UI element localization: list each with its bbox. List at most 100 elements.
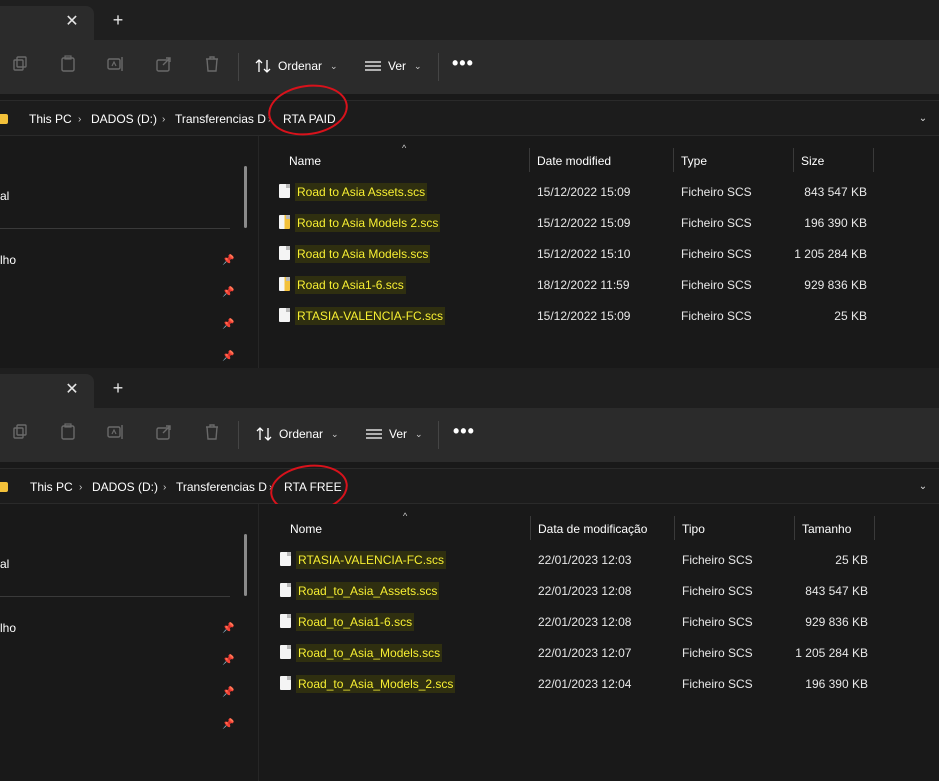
nav-item-label[interactable]: lho — [0, 621, 16, 635]
more-options-button[interactable]: ••• — [453, 422, 474, 444]
chevron-down-icon: ⌄ — [331, 428, 339, 439]
file-row[interactable]: Road to Asia Models.scs 15/12/2022 15:10… — [259, 239, 939, 270]
pin-icon[interactable]: 📌 — [222, 623, 234, 635]
file-size: 196 390 KB — [804, 216, 867, 230]
new-tab-icon[interactable]: + — [110, 11, 126, 29]
breadcrumb-this-pc[interactable]: This PC — [30, 469, 73, 505]
navigation-pane: al lho 📌 📌 📌 📌 — [0, 136, 256, 368]
breadcrumb-drive[interactable]: DADOS (D:) — [91, 101, 157, 137]
pin-icon[interactable]: 📌 — [222, 655, 234, 667]
pin-icon[interactable]: 📌 — [222, 319, 234, 331]
file-row[interactable]: Road to Asia Assets.scs 15/12/2022 15:09… — [259, 177, 939, 208]
file-row[interactable]: Road to Asia1-6.scs 18/12/2022 11:59 Fic… — [259, 270, 939, 301]
file-name: RTASIA-VALENCIA-FC.scs — [296, 551, 447, 569]
file-row[interactable]: Road to Asia Models 2.scs 15/12/2022 15:… — [259, 208, 939, 239]
column-header-date[interactable]: Data de modificação — [538, 522, 647, 536]
file-row[interactable]: Road_to_Asia1-6.scs 22/01/2023 12:08 Fic… — [259, 607, 939, 638]
column-divider[interactable] — [873, 148, 874, 172]
delete-icon[interactable] — [202, 54, 226, 78]
rename-icon[interactable] — [106, 422, 130, 446]
file-size: 1 205 284 KB — [795, 646, 868, 660]
nav-item-label[interactable]: lho — [0, 253, 16, 267]
file-icon-yellow — [279, 277, 290, 291]
column-header-name[interactable]: Name — [289, 154, 321, 168]
sort-button[interactable]: Ordenar ⌄ — [254, 54, 338, 78]
view-label: Ver — [388, 59, 407, 73]
column-header-type[interactable]: Tipo — [682, 522, 705, 536]
file-icon — [280, 676, 291, 690]
chevron-right-icon: › — [163, 481, 167, 493]
rename-icon[interactable] — [106, 54, 130, 78]
file-date: 22/01/2023 12:04 — [538, 677, 632, 691]
explorer-tab[interactable]: ✕ — [0, 6, 94, 40]
nav-scrollbar[interactable] — [244, 166, 247, 228]
column-divider[interactable] — [794, 516, 795, 540]
pin-icon[interactable]: 📌 — [222, 287, 234, 299]
column-divider[interactable] — [530, 516, 531, 540]
cut-icon[interactable] — [10, 422, 34, 446]
file-date: 18/12/2022 11:59 — [537, 278, 630, 292]
file-type: Ficheiro SCS — [682, 615, 753, 629]
file-row[interactable]: RTASIA-VALENCIA-FC.scs 22/01/2023 12:03 … — [259, 545, 939, 576]
sort-button[interactable]: Ordenar ⌄ — [255, 422, 339, 446]
pin-icon[interactable]: 📌 — [222, 687, 234, 699]
file-name: Road to Asia Models 2.scs — [295, 214, 441, 232]
cut-icon[interactable] — [10, 54, 34, 78]
breadcrumb-transferencias[interactable]: Transferencias D — [176, 469, 267, 505]
file-size: 929 836 KB — [805, 615, 868, 629]
file-type: Ficheiro SCS — [682, 677, 753, 691]
view-button[interactable]: Ver ⌄ — [365, 422, 423, 446]
file-date: 22/01/2023 12:08 — [538, 584, 632, 598]
file-row[interactable]: RTASIA-VALENCIA-FC.scs 15/12/2022 15:09 … — [259, 301, 939, 332]
column-header-size[interactable]: Size — [801, 154, 824, 168]
chevron-down-icon[interactable]: ⌄ — [915, 479, 931, 495]
close-tab-icon[interactable]: ✕ — [64, 382, 80, 398]
column-divider[interactable] — [529, 148, 530, 172]
file-name: Road to Asia Assets.scs — [295, 183, 428, 201]
view-label: Ver — [389, 427, 408, 441]
file-size: 929 836 KB — [804, 278, 867, 292]
new-tab-icon[interactable]: + — [110, 379, 126, 397]
folder-icon — [0, 114, 8, 124]
file-icon — [279, 246, 290, 260]
file-row[interactable]: Road_to_Asia_Assets.scs 22/01/2023 12:08… — [259, 576, 939, 607]
delete-icon[interactable] — [202, 422, 226, 446]
column-header-name[interactable]: Nome — [290, 522, 322, 536]
pin-icon[interactable]: 📌 — [222, 719, 234, 731]
nav-item-label[interactable]: al — [0, 557, 9, 571]
column-divider[interactable] — [874, 516, 875, 540]
column-divider[interactable] — [793, 148, 794, 172]
column-header-size[interactable]: Tamanho — [802, 522, 851, 536]
column-header-type[interactable]: Type — [681, 154, 707, 168]
file-icon — [279, 308, 290, 322]
file-row[interactable]: Road_to_Asia_Models_2.scs 22/01/2023 12:… — [259, 669, 939, 700]
close-tab-icon[interactable]: ✕ — [64, 14, 80, 30]
sort-ascending-icon: ^ — [402, 143, 407, 153]
file-row[interactable]: Road_to_Asia_Models.scs 22/01/2023 12:07… — [259, 638, 939, 669]
column-divider[interactable] — [674, 516, 675, 540]
explorer-tab[interactable]: ✕ — [0, 374, 94, 408]
file-list: ^ Name Date modified Type Size Road to A… — [258, 136, 939, 368]
column-header-date[interactable]: Date modified — [537, 154, 611, 168]
copy-icon[interactable] — [58, 422, 82, 446]
breadcrumb-drive[interactable]: DADOS (D:) — [92, 469, 158, 505]
breadcrumb-transferencias[interactable]: Transferencias D — [175, 101, 266, 137]
command-bar: Ordenar ⌄ Ver ⌄ ••• — [0, 408, 939, 462]
share-icon[interactable] — [154, 422, 178, 446]
pin-icon[interactable]: 📌 — [222, 351, 234, 363]
address-bar[interactable]: This PC › DADOS (D:) › Transferencias D … — [0, 79, 939, 141]
view-button[interactable]: Ver ⌄ — [364, 54, 422, 78]
share-icon[interactable] — [154, 54, 178, 78]
more-options-button[interactable]: ••• — [452, 54, 473, 76]
nav-item-label[interactable]: al — [0, 189, 9, 203]
copy-icon[interactable] — [58, 54, 82, 78]
file-type: Ficheiro SCS — [682, 646, 753, 660]
pin-icon[interactable]: 📌 — [222, 255, 234, 267]
nav-divider — [0, 228, 230, 229]
chevron-down-icon[interactable]: ⌄ — [915, 111, 931, 127]
nav-scrollbar[interactable] — [244, 534, 247, 596]
address-bar[interactable]: This PC › DADOS (D:) › Transferencias D … — [0, 459, 939, 519]
breadcrumb-this-pc[interactable]: This PC — [29, 101, 72, 137]
file-name: Road_to_Asia1-6.scs — [296, 613, 415, 631]
column-divider[interactable] — [673, 148, 674, 172]
